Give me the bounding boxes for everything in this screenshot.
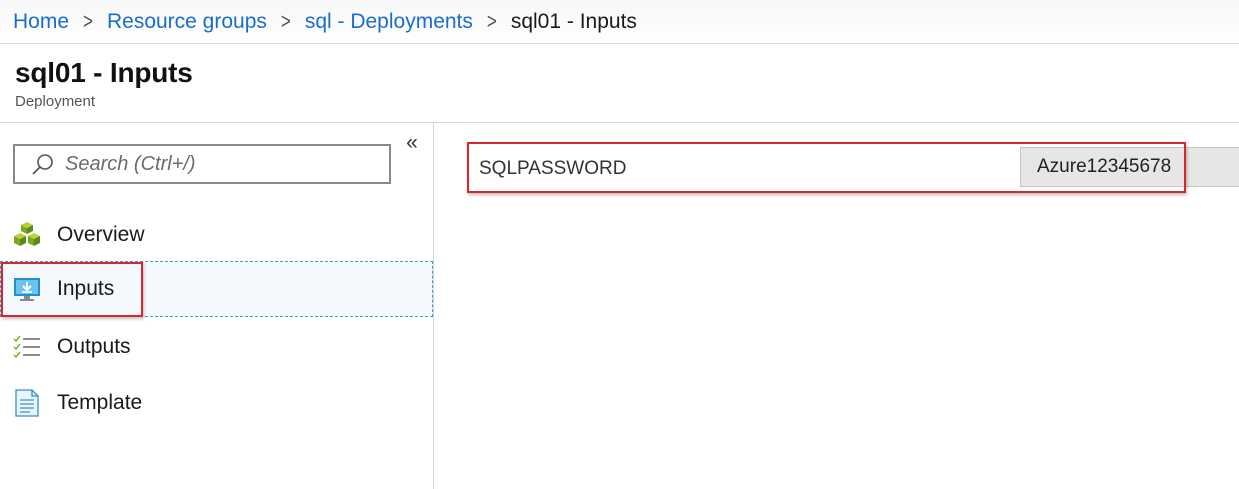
search-box[interactable]	[13, 144, 391, 184]
sidebar-item-label: Template	[57, 391, 143, 414]
breadcrumb-separator-icon: >	[280, 8, 291, 34]
breadcrumb-separator-icon: >	[83, 8, 93, 34]
breadcrumb-separator-icon: >	[486, 8, 497, 34]
breadcrumb-deployments-link[interactable]: sql - Deployments	[305, 10, 473, 34]
sidebar-item-label: Outputs	[57, 335, 131, 358]
breadcrumb-resource-groups-link[interactable]: Resource groups	[107, 10, 267, 34]
breadcrumb-current: sql01 - Inputs	[510, 9, 637, 33]
sidebar: « Overview	[0, 123, 434, 489]
overview-cubes-icon	[13, 221, 41, 249]
template-document-icon	[13, 389, 41, 417]
search-input[interactable]	[65, 152, 365, 176]
page-subtitle: Deployment	[15, 93, 96, 110]
breadcrumb-home-link[interactable]: Home	[13, 10, 69, 34]
page-header: sql01 - Inputs Deployment	[0, 44, 1239, 123]
page-title: sql01 - Inputs	[15, 57, 193, 88]
search-icon	[27, 146, 59, 182]
sidebar-item-outputs[interactable]: Outputs	[0, 319, 433, 375]
outputs-checklist-icon	[13, 333, 41, 361]
parameter-name: SQLPASSWORD	[479, 158, 627, 179]
sidebar-item-overview[interactable]: Overview	[0, 207, 433, 263]
parameter-value-field[interactable]: Azure12345678	[1020, 147, 1239, 187]
collapse-sidebar-button[interactable]: «	[402, 131, 422, 155]
sidebar-item-label: Overview	[57, 223, 145, 246]
inputs-monitor-icon	[13, 275, 41, 303]
sidebar-item-label: Inputs	[57, 277, 115, 300]
parameter-row: SQLPASSWORD Azure12345678	[467, 143, 1239, 195]
breadcrumb: Home > Resource groups > sql - Deploymen…	[0, 0, 1239, 44]
sidebar-item-template[interactable]: Template	[0, 375, 433, 431]
main-content: SQLPASSWORD Azure12345678	[435, 123, 1239, 489]
sidebar-item-inputs[interactable]: Inputs	[0, 261, 433, 317]
